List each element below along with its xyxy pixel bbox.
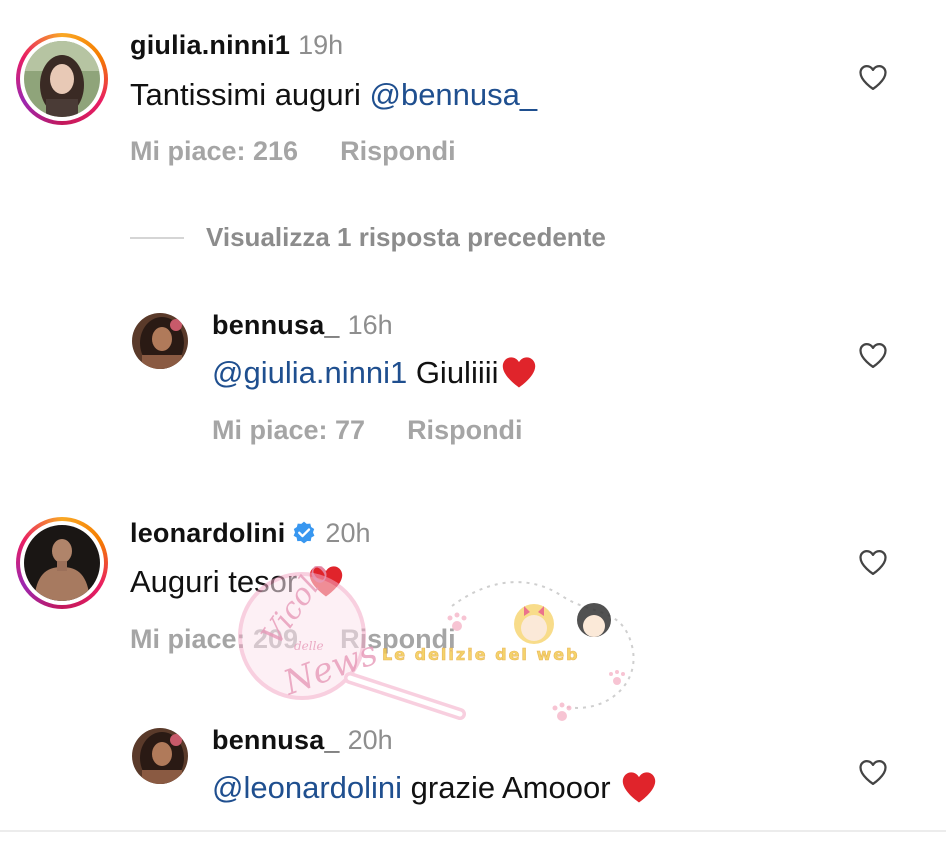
- likes-count[interactable]: Mi piace: 216: [130, 136, 298, 166]
- reply-button[interactable]: Rispondi: [340, 624, 456, 654]
- likes-count[interactable]: Mi piace: 77: [212, 415, 365, 445]
- like-heart-icon[interactable]: [858, 548, 888, 576]
- comment-header-giulia: giulia.ninni1 19h: [130, 30, 343, 61]
- like-heart-icon[interactable]: [858, 758, 888, 786]
- comment-header-leonardolini: leonardolini 20h: [130, 518, 370, 549]
- comment-meta: Mi piace: 216 Rispondi: [130, 136, 456, 167]
- reply-header: bennusa_ 20h: [212, 725, 393, 756]
- avatar-bennusa[interactable]: [132, 728, 188, 784]
- view-previous-replies[interactable]: Visualizza 1 risposta precedente: [130, 222, 606, 253]
- heart-emoji: [499, 355, 539, 389]
- avatar-giulia[interactable]: [16, 33, 108, 125]
- like-heart-icon[interactable]: [858, 63, 888, 91]
- heart-emoji: [619, 770, 659, 804]
- reply-meta: Mi piace: 77 Rispondi: [212, 415, 523, 446]
- like-heart-icon[interactable]: [858, 341, 888, 369]
- username[interactable]: leonardolini: [130, 518, 285, 548]
- timestamp: 16h: [347, 310, 393, 340]
- reply-header: bennusa_ 16h: [212, 310, 393, 341]
- reply-text: @giulia.ninni1 Giuliiii: [212, 355, 539, 391]
- timestamp: 20h: [347, 725, 393, 755]
- reply-text: @leonardolini grazie Amooor: [212, 770, 659, 806]
- bottom-divider: [0, 830, 946, 832]
- verified-badge-icon: [294, 521, 315, 544]
- username[interactable]: bennusa_: [212, 310, 340, 340]
- comment-text: Auguri tesor: [130, 564, 346, 600]
- mention-link[interactable]: @bennusa_: [369, 77, 537, 112]
- avatar-bennusa[interactable]: [132, 313, 188, 369]
- likes-count[interactable]: Mi piace: 209: [130, 624, 298, 654]
- mention-link[interactable]: @leonardolini: [212, 770, 402, 805]
- heart-emoji: [306, 564, 346, 598]
- divider-line: [130, 236, 184, 239]
- timestamp: 19h: [298, 30, 344, 60]
- reply-button[interactable]: Rispondi: [407, 415, 523, 445]
- reply-button[interactable]: Rispondi: [340, 136, 456, 166]
- username[interactable]: bennusa_: [212, 725, 340, 755]
- mention-link[interactable]: @giulia.ninni1: [212, 355, 407, 390]
- timestamp: 20h: [325, 518, 371, 548]
- username[interactable]: giulia.ninni1: [130, 30, 290, 60]
- comment-text: Tantissimi auguri @bennusa_: [130, 77, 538, 112]
- avatar-leonardolini[interactable]: [16, 517, 108, 609]
- view-replies-label: Visualizza 1 risposta precedente: [206, 222, 606, 252]
- comment-meta: Mi piace: 209 Rispondi: [130, 624, 456, 655]
